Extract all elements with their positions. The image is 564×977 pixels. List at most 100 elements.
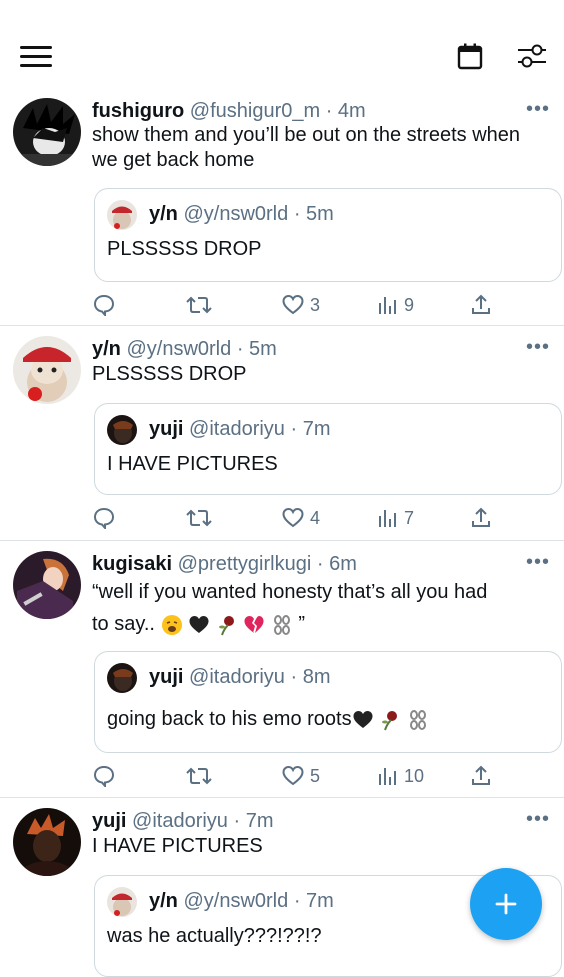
- timestamp: · 5m: [293, 203, 334, 225]
- like-icon: [282, 765, 304, 786]
- wilted-flower-emoji: [382, 710, 398, 731]
- user-handle: @y/nsw0rld: [183, 203, 289, 225]
- reply-icon: [93, 765, 115, 787]
- tweet-text: PLSSSSS DROP: [92, 363, 247, 385]
- display-name: yuji: [149, 418, 184, 440]
- timestamp: · 6m: [316, 553, 357, 575]
- menu-icon[interactable]: [20, 44, 54, 68]
- like-icon: [282, 294, 304, 315]
- timestamp: · 7m: [290, 418, 331, 440]
- tweet[interactable]: fushiguro @fushigur0_m · 4m ••• show the…: [0, 98, 564, 326]
- tweet-actions: 5 10: [0, 762, 564, 790]
- avatar: [107, 200, 137, 230]
- views-count: 9: [404, 294, 415, 315]
- filter-icon[interactable]: [516, 42, 548, 70]
- avatar[interactable]: [13, 551, 81, 619]
- user-handle[interactable]: @y/nsw0rld: [126, 338, 231, 360]
- views-count: 7: [404, 507, 415, 528]
- retweet-button[interactable]: [186, 762, 212, 790]
- timestamp: · 4m: [325, 100, 366, 122]
- views-button[interactable]: 9: [378, 291, 414, 319]
- user-handle[interactable]: @itadoriyu: [132, 810, 228, 832]
- tweet-text-line: “well if you wanted honesty that’s all y…: [92, 581, 488, 603]
- more-icon[interactable]: •••: [526, 337, 550, 357]
- reply-button[interactable]: [93, 291, 115, 319]
- black-heart-emoji: [353, 710, 373, 728]
- views-icon: [379, 510, 396, 527]
- retweet-button[interactable]: [186, 291, 212, 319]
- avatar: [107, 415, 137, 445]
- share-icon: [472, 765, 490, 785]
- display-name[interactable]: y/n: [92, 338, 121, 360]
- views-button[interactable]: 10: [378, 762, 424, 790]
- views-icon: [379, 768, 396, 785]
- compose-button[interactable]: [470, 868, 542, 940]
- more-icon[interactable]: •••: [526, 552, 550, 572]
- user-handle: @itadoriyu: [189, 666, 285, 688]
- retweet-icon: [186, 767, 212, 785]
- user-handle[interactable]: @prettygirlkugi: [178, 553, 312, 575]
- tweet-text: I HAVE PICTURES: [92, 835, 263, 857]
- tweet[interactable]: y/n @y/nsw0rld · 5m ••• PLSSSSS DROP yuj…: [0, 336, 564, 540]
- display-name[interactable]: kugisaki: [92, 553, 172, 575]
- avatar[interactable]: [13, 98, 81, 166]
- broken-heart-emoji: [244, 615, 264, 633]
- reply-icon: [93, 507, 115, 529]
- timestamp: · 7m: [233, 810, 274, 832]
- display-name: y/n: [149, 203, 178, 225]
- display-name[interactable]: fushiguro: [92, 100, 184, 122]
- tweet-actions: 4 7: [0, 504, 564, 532]
- views-button[interactable]: 7: [378, 504, 414, 532]
- retweet-icon: [186, 296, 212, 314]
- divider: [0, 325, 564, 326]
- wilted-flower-emoji: [218, 615, 234, 636]
- timestamp: · 8m: [290, 666, 331, 688]
- like-button[interactable]: 5: [282, 762, 320, 790]
- avatar[interactable]: [13, 808, 81, 876]
- quoted-tweet[interactable]: yuji @itadoriyu · 7m I HAVE PICTURES: [94, 403, 562, 495]
- tweet-text: “well if you wanted honesty that’s all y…: [92, 576, 542, 640]
- share-button[interactable]: [470, 762, 492, 790]
- tweet-text: show them and you’ll be out on the stree…: [92, 124, 521, 171]
- tweet[interactable]: kugisaki @prettygirlkugi · 6m ••• “well …: [0, 551, 564, 797]
- timestamp: · 7m: [293, 890, 334, 912]
- like-count: 4: [310, 507, 321, 528]
- black-heart-emoji: [189, 615, 209, 633]
- quoted-tweet[interactable]: yuji @itadoriyu · 8m going back to his e…: [94, 651, 562, 753]
- tweet-text-line: to say..: [92, 613, 155, 635]
- quoted-text: I HAVE PICTURES: [107, 453, 278, 475]
- views-count: 10: [404, 765, 425, 786]
- tweet-actions: 3 9: [0, 291, 564, 319]
- display-name: yuji: [149, 666, 184, 688]
- more-icon[interactable]: •••: [526, 809, 550, 829]
- retweet-icon: [186, 509, 212, 527]
- reply-button[interactable]: [93, 762, 115, 790]
- like-count: 5: [310, 765, 321, 786]
- user-handle[interactable]: @fushigur0_m: [190, 100, 320, 122]
- calendar-icon[interactable]: [456, 42, 484, 70]
- reply-button[interactable]: [93, 504, 115, 532]
- share-icon: [472, 507, 490, 527]
- avatar: [107, 887, 137, 917]
- timestamp: · 5m: [236, 338, 277, 360]
- quoted-text: was he actually???!??!?: [107, 925, 322, 947]
- retweet-button[interactable]: [186, 504, 212, 532]
- top-bar: [0, 0, 564, 100]
- user-handle: @y/nsw0rld: [183, 890, 289, 912]
- share-button[interactable]: [470, 504, 492, 532]
- like-button[interactable]: 4: [282, 504, 320, 532]
- views-icon: [379, 297, 396, 314]
- quoted-text: going back to his emo roots: [107, 707, 429, 731]
- tweet-text-end: ”: [298, 613, 306, 635]
- avatar[interactable]: [13, 336, 81, 404]
- display-name[interactable]: yuji: [92, 810, 126, 832]
- compose-icon: [495, 893, 517, 915]
- like-count: 3: [310, 294, 321, 315]
- like-button[interactable]: 3: [282, 291, 320, 319]
- share-button[interactable]: [470, 291, 492, 319]
- quoted-tweet[interactable]: y/n @y/nsw0rld · 5m PLSSSSS DROP: [94, 188, 562, 282]
- quoted-text: PLSSSSS DROP: [107, 238, 262, 260]
- weary-face-emoji: [161, 614, 182, 635]
- more-icon[interactable]: •••: [526, 99, 550, 119]
- like-icon: [282, 507, 304, 528]
